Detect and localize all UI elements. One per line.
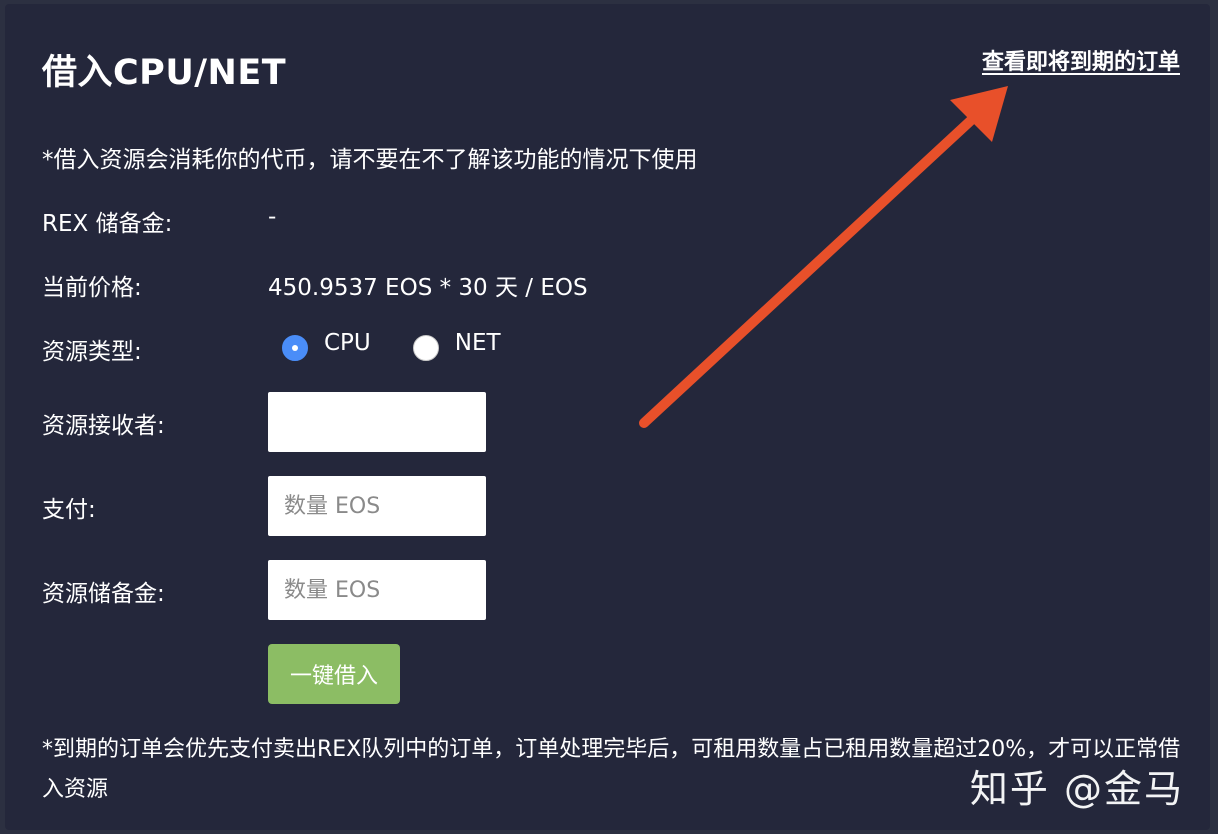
- resource-type-net-label: NET: [454, 330, 501, 356]
- view-expiring-orders-link[interactable]: 查看即将到期的订单: [982, 44, 1180, 76]
- borrow-button[interactable]: 一键借入: [268, 644, 400, 704]
- resource-reserve-label: 资源储备金:: [42, 581, 165, 607]
- radio-unchecked-icon[interactable]: [412, 335, 439, 361]
- page-title: 借入CPU/NET: [42, 53, 287, 93]
- resource-type-cpu-label: CPU: [324, 330, 371, 356]
- current-price-value: 450.9537 EOS * 30 天 / EOS: [268, 275, 588, 301]
- receiver-label: 资源接收者:: [42, 413, 165, 439]
- rex-reserve-value: -: [268, 204, 277, 230]
- watermark: 知乎 @金马: [969, 767, 1184, 811]
- radio-checked-icon[interactable]: [282, 335, 308, 361]
- usage-warning: *借入资源会消耗你的代币，请不要在不了解该功能的情况下使用: [42, 147, 698, 173]
- resource-type-net-option[interactable]: NET: [412, 330, 501, 361]
- current-price-label: 当前价格:: [42, 275, 142, 301]
- resource-type-label: 资源类型:: [42, 339, 142, 365]
- borrow-resource-panel: [5, 4, 1210, 830]
- resource-type-radio-group: CPU NET: [282, 330, 543, 361]
- resource-type-cpu-option[interactable]: CPU: [282, 330, 371, 361]
- payment-amount-input[interactable]: [268, 476, 486, 536]
- payment-label: 支付:: [42, 497, 96, 523]
- receiver-input[interactable]: [268, 392, 486, 452]
- resource-reserve-input[interactable]: [268, 560, 486, 620]
- screenshot-frame: 借入CPU/NET 查看即将到期的订单 *借入资源会消耗你的代币，请不要在不了解…: [0, 0, 1218, 834]
- rex-reserve-label: REX 储备金:: [42, 211, 173, 237]
